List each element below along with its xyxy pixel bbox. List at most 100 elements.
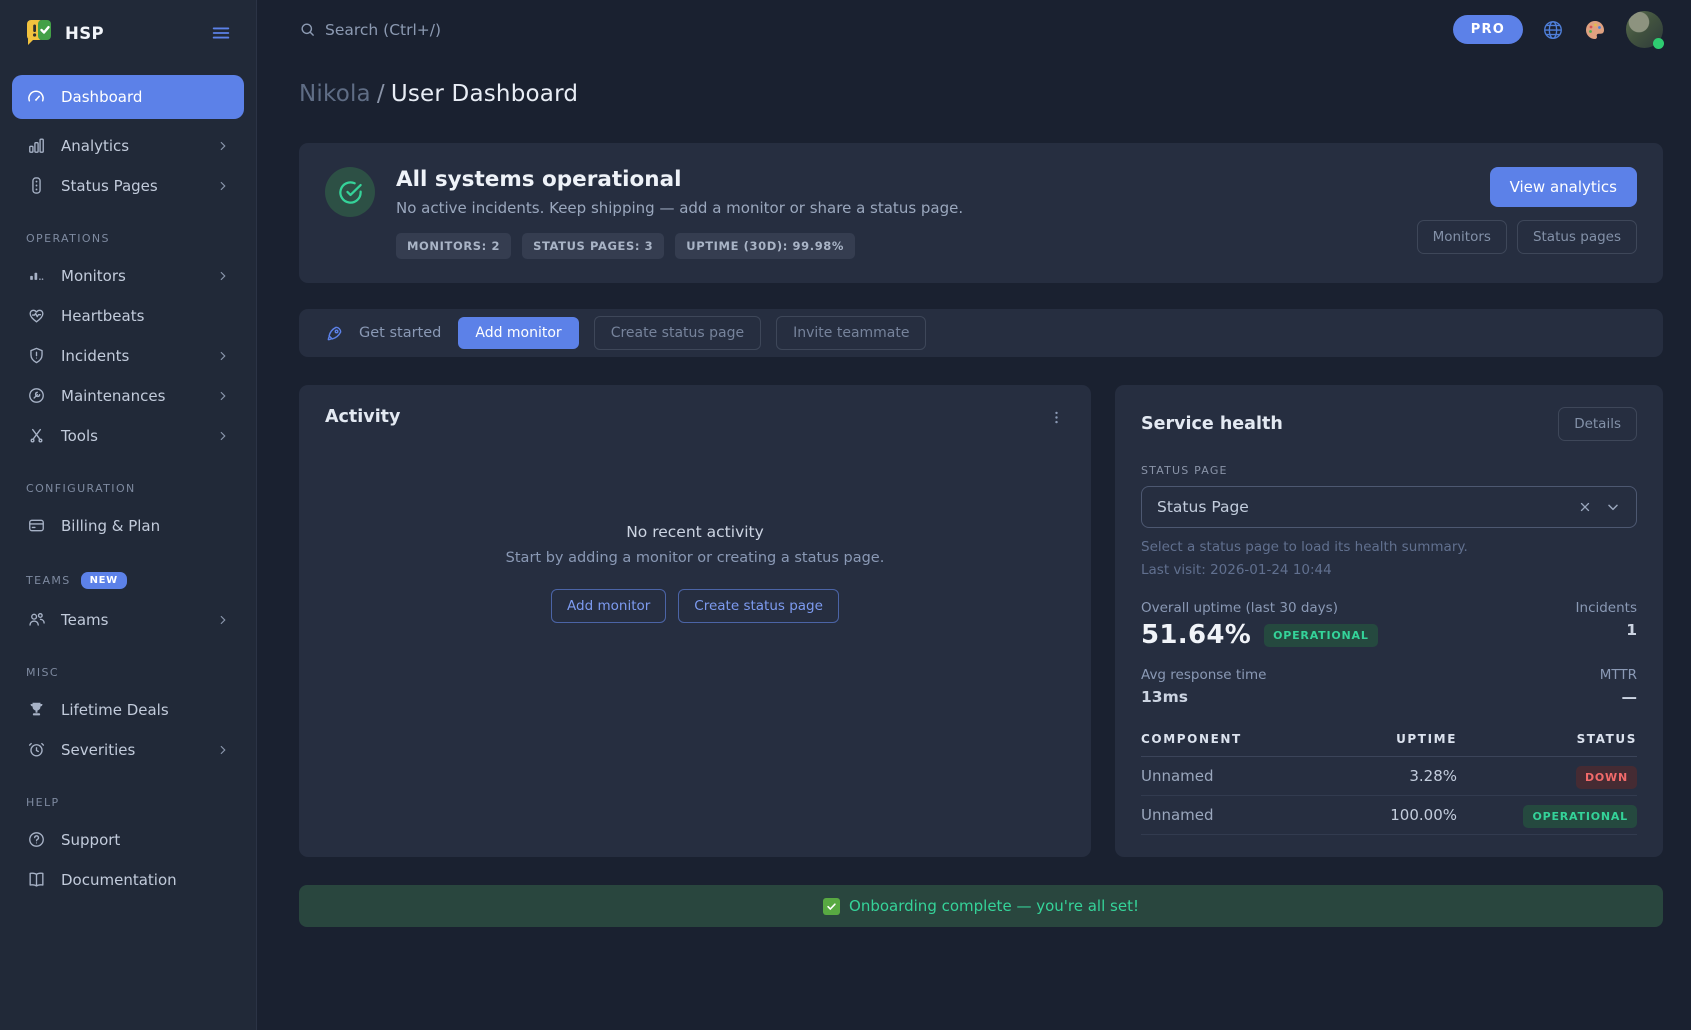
- sidebar-item-label: Documentation: [61, 871, 177, 889]
- main-area: PRO Nikola/User Dashboard All systems op…: [257, 0, 1691, 1030]
- sidebar-item-tools[interactable]: Tools: [12, 417, 244, 454]
- bar-chart-icon: [26, 136, 46, 155]
- chevron-down-icon[interactable]: [1605, 499, 1621, 515]
- chevron-right-icon: [216, 429, 230, 443]
- sidebar-item-heartbeats[interactable]: Heartbeats: [12, 297, 244, 334]
- add-monitor-button[interactable]: Add monitor: [551, 589, 666, 623]
- col-header-uptime: UPTIME: [1317, 732, 1457, 746]
- menu-icon[interactable]: [210, 22, 232, 44]
- add-monitor-button[interactable]: Add monitor: [458, 317, 578, 349]
- sidebar-item-support[interactable]: Support: [12, 821, 244, 858]
- activity-card: Activity No recent activity Start by add…: [299, 385, 1091, 857]
- shield-alert-icon: [26, 346, 46, 365]
- avatar[interactable]: [1626, 11, 1663, 48]
- mttr-label: MTTR: [1600, 667, 1637, 683]
- view-analytics-button[interactable]: View analytics: [1490, 167, 1637, 207]
- sidebar-section-operations: OPERATIONS: [0, 207, 256, 254]
- status-page-select[interactable]: Status Page: [1141, 486, 1637, 528]
- create-status-page-button[interactable]: Create status page: [678, 589, 839, 623]
- search-input[interactable]: [325, 21, 645, 39]
- service-health-card: Service health Details STATUS PAGE Statu…: [1115, 385, 1663, 857]
- sidebar-item-label: Analytics: [61, 137, 129, 155]
- sidebar-item-lifetime-deals[interactable]: Lifetime Deals: [12, 691, 244, 728]
- chevron-right-icon: [216, 613, 230, 627]
- sidebar-item-label: Severities: [61, 741, 135, 759]
- brand-name: HSP: [65, 24, 104, 43]
- get-started-bar: Get started Add monitor Create status pa…: [299, 309, 1663, 357]
- sidebar-item-status-pages[interactable]: Status Pages: [12, 167, 244, 204]
- mttr-value: —: [1600, 688, 1637, 706]
- sidebar-item-label: Maintenances: [61, 387, 165, 405]
- help-circle-icon: [26, 830, 46, 849]
- sidebar-section-teams: TEAMS NEW: [0, 547, 256, 598]
- hero-text: All systems operational No active incide…: [396, 167, 963, 259]
- component-uptime: 100.00%: [1317, 806, 1457, 824]
- sidebar-item-dashboard[interactable]: Dashboard: [12, 75, 244, 119]
- status-pages-button[interactable]: Status pages: [1517, 220, 1637, 254]
- breadcrumb-separator: /: [371, 81, 391, 107]
- sidebar-item-teams[interactable]: Teams: [12, 601, 244, 638]
- components-table: COMPONENT UPTIME STATUS Unnamed 3.28% DO…: [1141, 726, 1637, 835]
- activity-empty-state: No recent activity Start by adding a mon…: [325, 523, 1065, 623]
- hero-subtitle: No active incidents. Keep shipping — add…: [396, 199, 963, 217]
- sidebar-item-label: Status Pages: [61, 177, 158, 195]
- uptime-value: 51.64%: [1141, 620, 1251, 650]
- sidebar-item-billing-plan[interactable]: Billing & Plan: [12, 507, 244, 544]
- content: Nikola/User Dashboard All systems operat…: [257, 59, 1691, 927]
- sidebar-section-configuration: CONFIGURATION: [0, 457, 256, 504]
- invite-teammate-button[interactable]: Invite teammate: [776, 316, 926, 350]
- users-icon: [26, 610, 46, 629]
- rocket-icon: [325, 324, 344, 343]
- new-badge: NEW: [81, 572, 127, 589]
- hero-title: All systems operational: [396, 167, 963, 192]
- topbar: PRO: [257, 0, 1691, 59]
- breadcrumb-parent[interactable]: Nikola: [299, 81, 371, 107]
- monitors-button[interactable]: Monitors: [1417, 220, 1507, 254]
- sidebar-item-label: Support: [61, 831, 120, 849]
- globe-icon[interactable]: [1542, 19, 1564, 41]
- palette-icon[interactable]: [1583, 18, 1607, 42]
- gauge-icon: [26, 87, 46, 107]
- status-badge: OPERATIONAL: [1264, 624, 1378, 647]
- sidebar-item-maintenances[interactable]: Maintenances: [12, 377, 244, 414]
- component-name: Unnamed: [1141, 806, 1317, 824]
- avg-response-value: 13ms: [1141, 688, 1266, 706]
- sidebar-item-monitors[interactable]: Monitors: [12, 257, 244, 294]
- book-icon: [26, 870, 46, 889]
- clear-x-icon[interactable]: [1578, 500, 1592, 514]
- global-search[interactable]: [299, 21, 1453, 39]
- uptime-label: Overall uptime (last 30 days): [1141, 600, 1378, 616]
- breadcrumb: Nikola/User Dashboard: [299, 81, 1663, 107]
- sidebar-nav: Dashboard Analytics Status Pages OPERATI…: [0, 61, 256, 901]
- sidebar-section-help: HELP: [0, 771, 256, 818]
- activity-title: Activity: [325, 407, 400, 427]
- pro-badge[interactable]: PRO: [1453, 15, 1523, 44]
- kebab-menu-icon[interactable]: [1048, 409, 1065, 426]
- sidebar-item-label: Incidents: [61, 347, 129, 365]
- service-health-title: Service health: [1141, 414, 1283, 434]
- trophy-icon: [26, 700, 46, 719]
- sidebar-item-incidents[interactable]: Incidents: [12, 337, 244, 374]
- page-title: User Dashboard: [391, 81, 578, 107]
- sidebar-item-documentation[interactable]: Documentation: [12, 861, 244, 898]
- sidebar: HSP Dashboard Analytics Status Pages O: [0, 0, 257, 1030]
- table-row: Unnamed 100.00% OPERATIONAL: [1141, 796, 1637, 835]
- status-badge: DOWN: [1576, 766, 1637, 789]
- status-page-select-value: Status Page: [1157, 498, 1249, 516]
- chevron-right-icon: [216, 349, 230, 363]
- details-button[interactable]: Details: [1558, 407, 1637, 441]
- select-helper-text: Select a status page to load its health …: [1141, 539, 1637, 555]
- sidebar-item-label: Tools: [61, 427, 98, 445]
- component-name: Unnamed: [1141, 767, 1317, 785]
- chevron-right-icon: [216, 139, 230, 153]
- mttr-stat: MTTR —: [1600, 667, 1637, 706]
- sidebar-item-analytics[interactable]: Analytics: [12, 127, 244, 164]
- sidebar-item-severities[interactable]: Severities: [12, 731, 244, 768]
- incidents-value: 1: [1576, 621, 1637, 639]
- logo-row: HSP: [0, 0, 256, 61]
- chevron-right-icon: [216, 269, 230, 283]
- topbar-actions: PRO: [1453, 11, 1663, 48]
- heartbeat-icon: [26, 306, 46, 325]
- sidebar-item-label: Billing & Plan: [61, 517, 160, 535]
- create-status-page-button[interactable]: Create status page: [594, 316, 761, 350]
